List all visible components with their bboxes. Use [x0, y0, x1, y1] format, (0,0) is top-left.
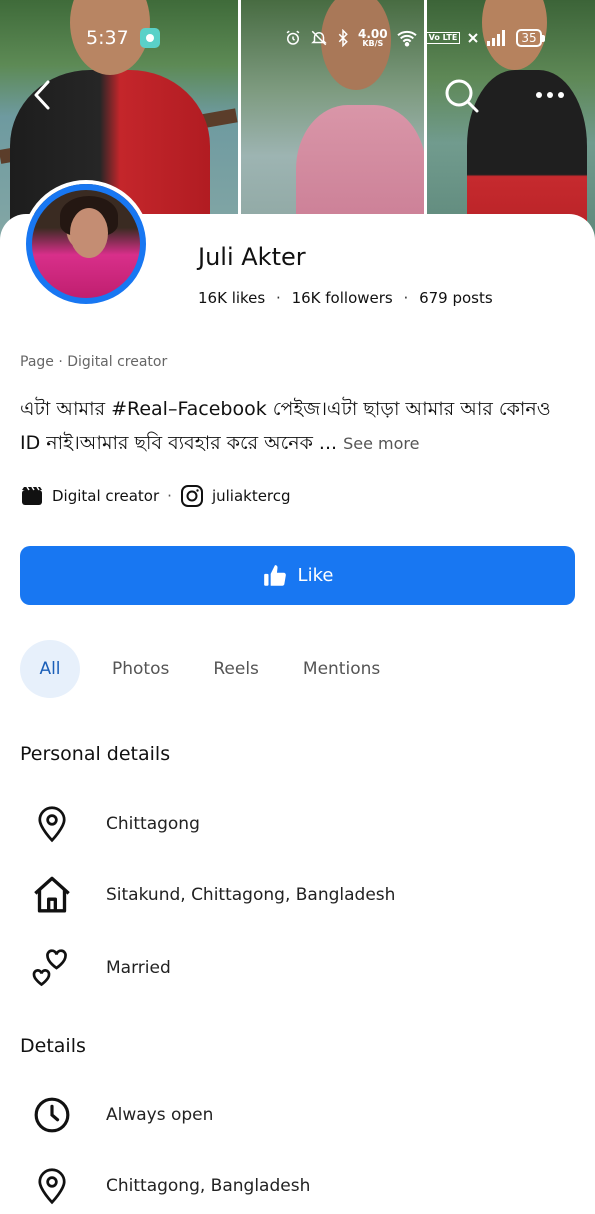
net-speed-unit: KB/S — [362, 39, 384, 48]
more-dot — [547, 92, 553, 98]
more-dot — [536, 92, 542, 98]
detail-row-text: Sitakund, Chittagong, Bangladesh — [106, 885, 396, 905]
bluetooth-icon — [338, 29, 348, 47]
x-signal-icon — [468, 33, 479, 43]
more-dot — [558, 92, 564, 98]
mute-bell-icon — [311, 30, 327, 46]
back-button[interactable] — [22, 75, 62, 115]
instagram-icon — [180, 484, 204, 508]
status-bar: 5:37 4.00 KB/S Vo LTE 35 — [0, 20, 595, 56]
detail-row-text: Always open — [106, 1105, 214, 1125]
stats-separator: · — [276, 289, 281, 307]
cell-signal-icon — [487, 30, 506, 46]
profile-chips: Digital creator · juliaktercg — [20, 484, 291, 508]
clock-icon — [30, 1093, 74, 1137]
like-button-label: Like — [297, 565, 334, 586]
thumbs-up-icon — [263, 564, 286, 586]
see-more-link[interactable]: See more — [343, 434, 419, 453]
alarm-icon — [286, 30, 300, 45]
tab-all[interactable]: All — [20, 640, 80, 698]
chip-separator: · — [167, 487, 172, 505]
profile-avatar[interactable] — [26, 184, 146, 304]
instagram-handle-link[interactable]: juliaktercg — [212, 487, 291, 505]
detail-row-text: Chittagong — [106, 814, 200, 834]
profile-bio: এটা আমার #Real–Facebook পেইজ।এটা ছাড়া আ… — [20, 392, 575, 461]
detail-row-city[interactable]: Chittagong — [30, 802, 200, 846]
net-speed: 4.00 KB/S — [358, 28, 388, 48]
home-icon — [30, 873, 74, 917]
avatar-face — [70, 208, 108, 258]
tab-mentions[interactable]: Mentions — [303, 640, 380, 698]
wifi-icon — [396, 30, 417, 47]
page-category: Page · Digital creator — [20, 354, 168, 370]
followers-count[interactable]: 16K followers — [292, 289, 393, 307]
bio-text: এটা আমার #Real–Facebook পেইজ।এটা ছাড়া আ… — [20, 398, 551, 454]
likes-count[interactable]: 16K likes — [198, 289, 265, 307]
detail-row-text: Married — [106, 958, 171, 978]
search-icon — [445, 79, 479, 113]
tab-reels[interactable]: Reels — [213, 640, 259, 698]
battery-icon: 35 — [516, 29, 545, 47]
detail-row-hours[interactable]: Always open — [30, 1093, 213, 1137]
profile-tabs: All Photos Reels Mentions — [20, 640, 424, 698]
clapperboard-icon — [20, 484, 44, 508]
status-time: 5:37 — [86, 27, 129, 49]
location-pin-icon — [30, 1164, 74, 1208]
chevron-left-icon — [34, 80, 50, 110]
personal-details-title: Personal details — [20, 743, 171, 765]
category-chip: Digital creator — [52, 487, 160, 505]
profile-stats: 16K likes · 16K followers · 679 posts — [198, 289, 493, 307]
detail-row-relationship[interactable]: Married — [30, 946, 171, 990]
detail-row-text: Chittagong, Bangladesh — [106, 1176, 311, 1196]
profile-name: Juli Akter — [198, 243, 306, 271]
hearts-icon — [30, 946, 74, 990]
stats-separator: · — [403, 289, 409, 307]
detail-row-address[interactable]: Chittagong, Bangladesh — [30, 1164, 310, 1208]
more-options-button[interactable] — [528, 75, 572, 115]
detail-row-hometown[interactable]: Sitakund, Chittagong, Bangladesh — [30, 873, 395, 917]
posts-count[interactable]: 679 posts — [419, 289, 493, 307]
search-button[interactable] — [441, 75, 481, 115]
tab-photos[interactable]: Photos — [112, 640, 169, 698]
volte-badge: Vo LTE — [425, 32, 461, 44]
like-button[interactable]: Like — [20, 546, 575, 605]
status-icons: 4.00 KB/S Vo LTE 35 — [284, 28, 545, 48]
location-pin-icon — [30, 802, 74, 846]
details-title: Details — [20, 1035, 86, 1057]
app-notification-icon — [140, 28, 160, 48]
